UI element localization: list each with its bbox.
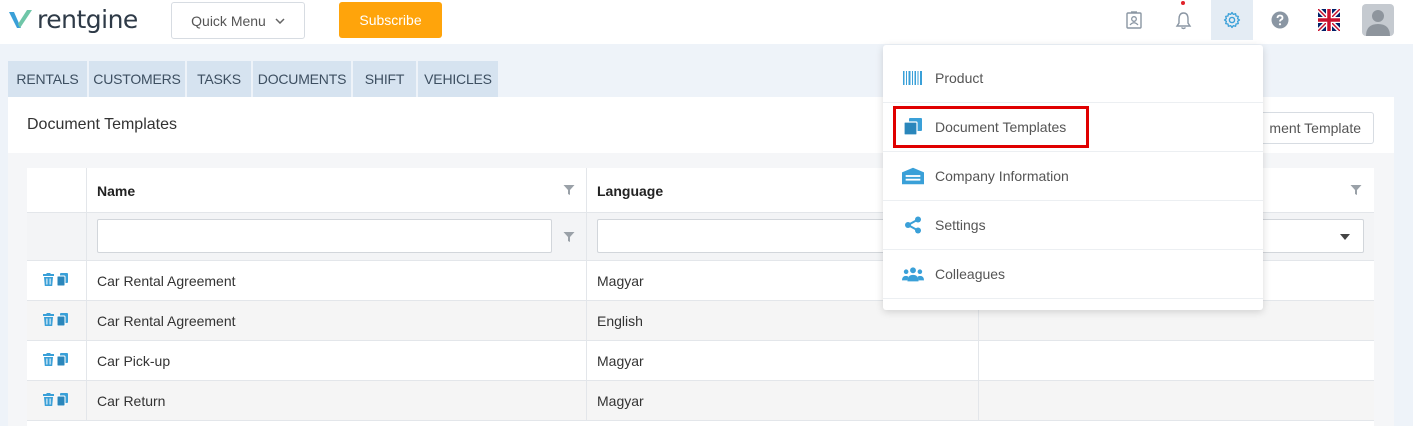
row-name-text: Car Return [97, 393, 166, 409]
menu-item-company-information[interactable]: Company Information [883, 152, 1263, 201]
notification-dot [1181, 1, 1185, 5]
column-header-name[interactable]: Name [87, 168, 587, 213]
menu-item-product[interactable]: Product [883, 54, 1263, 103]
row-name-text: Car Pick-up [97, 353, 171, 369]
column-header-name-label: Name [97, 183, 136, 199]
main-tabs: RENTALS CUSTOMERS TASKS DOCUMENTS SHIFT … [8, 61, 500, 97]
row-language-text: Magyar [597, 393, 644, 409]
row-actions-cell [27, 261, 87, 301]
row-extra-cell [979, 341, 1374, 381]
tab-customers[interactable]: CUSTOMERS [89, 61, 185, 97]
gear-icon [1223, 11, 1241, 29]
top-header: rentgine Quick Menu Subscribe [0, 0, 1413, 44]
barcode-icon [902, 68, 924, 88]
row-name-cell: Car Pick-up [87, 341, 587, 381]
tab-rentals[interactable]: RENTALS [8, 61, 87, 97]
settings-dropdown-menu: Product Document Templates Company Infor… [883, 45, 1263, 310]
menu-item-colleagues-label: Colleagues [935, 266, 1006, 282]
menu-item-product-label: Product [935, 70, 984, 86]
menu-item-company-information-label: Company Information [935, 168, 1069, 184]
row-name-text: Car Rental Agreement [97, 273, 236, 289]
row-language-cell: Magyar [587, 381, 979, 421]
trash-icon[interactable] [43, 273, 54, 286]
row-actions-cell [27, 341, 87, 381]
uk-flag-icon [1318, 9, 1340, 31]
copy-icon[interactable] [57, 313, 68, 326]
row-actions-cell [27, 301, 87, 341]
tab-vehicles[interactable]: VEHICLES [418, 61, 498, 97]
name-filter-input[interactable] [97, 219, 552, 253]
trash-icon[interactable] [43, 393, 54, 406]
caret-down-icon [1340, 234, 1350, 240]
copy-icon[interactable] [57, 393, 68, 406]
row-name-cell: Car Return [87, 381, 587, 421]
header-actions-cell [27, 168, 87, 213]
row-language-text: Magyar [597, 353, 644, 369]
row-name-cell: Car Rental Agreement [87, 301, 587, 341]
menu-item-settings-label: Settings [935, 217, 986, 233]
row-extra-cell [979, 381, 1374, 421]
subscribe-button[interactable]: Subscribe [339, 2, 442, 38]
column-header-language-label: Language [597, 183, 664, 199]
help-button[interactable] [1259, 0, 1301, 40]
copy-icon[interactable] [57, 273, 68, 286]
row-language-cell: Magyar [587, 341, 979, 381]
quick-menu-label: Quick Menu [191, 12, 266, 29]
filter-icon[interactable] [563, 184, 575, 196]
tab-documents[interactable]: DOCUMENTS [253, 61, 351, 97]
chevron-down-icon [275, 17, 285, 24]
row-name-cell: Car Rental Agreement [87, 261, 587, 301]
logo-mark-icon [9, 10, 32, 28]
settings-button[interactable] [1211, 0, 1253, 40]
share-icon [902, 215, 924, 235]
trash-icon[interactable] [43, 353, 54, 366]
filter-icon[interactable] [563, 231, 575, 243]
language-button[interactable] [1308, 0, 1350, 40]
user-avatar-icon [1366, 10, 1390, 36]
documents-icon [902, 117, 924, 137]
copy-icon[interactable] [57, 353, 68, 366]
users-icon [902, 264, 924, 284]
tab-shift[interactable]: SHIFT [353, 61, 416, 97]
help-icon [1271, 11, 1289, 29]
trash-icon[interactable] [43, 313, 54, 326]
contacts-button[interactable] [1113, 0, 1155, 40]
filter-actions-cell [27, 213, 87, 261]
bell-icon [1175, 11, 1191, 29]
row-actions-cell [27, 381, 87, 421]
notifications-button[interactable] [1162, 0, 1204, 40]
user-avatar[interactable] [1362, 4, 1394, 36]
menu-item-settings[interactable]: Settings [883, 201, 1263, 250]
row-name-text: Car Rental Agreement [97, 313, 236, 329]
quick-menu-dropdown[interactable]: Quick Menu [171, 2, 305, 39]
contact-card-icon [1126, 11, 1142, 29]
menu-item-document-templates[interactable]: Document Templates [883, 103, 1263, 152]
row-language-text: Magyar [597, 273, 644, 289]
rentgine-logo[interactable]: rentgine [8, 6, 138, 34]
menu-item-colleagues[interactable]: Colleagues [883, 250, 1263, 299]
page-title: Document Templates [27, 116, 177, 133]
tab-tasks[interactable]: TASKS [187, 61, 251, 97]
filter-icon[interactable] [1350, 184, 1362, 196]
building-icon [902, 166, 924, 186]
row-language-text: English [597, 313, 643, 329]
name-filter-cell [87, 213, 587, 261]
menu-item-document-templates-label: Document Templates [935, 119, 1067, 135]
logo-text: rentgine [37, 5, 138, 34]
